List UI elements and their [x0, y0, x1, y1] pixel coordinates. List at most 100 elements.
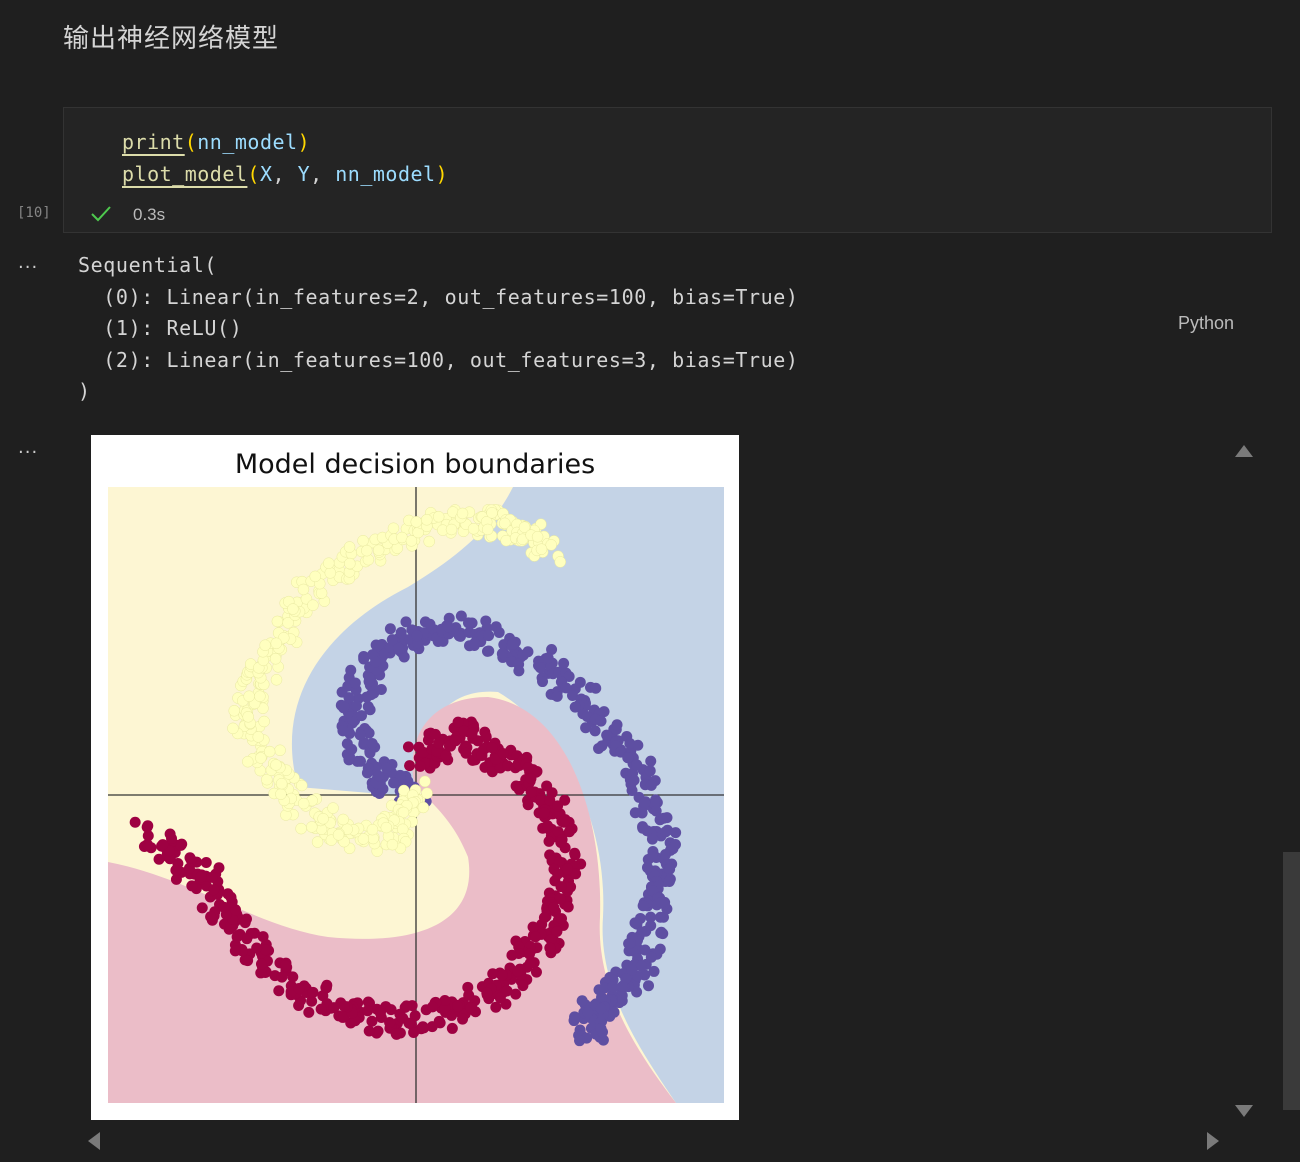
data-point [338, 1000, 350, 1012]
data-point [568, 1015, 580, 1027]
data-point [270, 759, 282, 771]
code-arg: X [259, 162, 273, 186]
data-point [271, 615, 284, 628]
data-point [554, 556, 566, 568]
data-point [255, 752, 267, 764]
data-point [523, 948, 535, 960]
data-point [552, 800, 564, 812]
scroll-down-icon[interactable] [1235, 1105, 1253, 1117]
data-point [287, 603, 299, 615]
output-more-icon[interactable]: ... [18, 254, 38, 272]
data-point [373, 770, 385, 782]
data-point [644, 765, 656, 777]
data-point [404, 760, 416, 772]
data-point [269, 653, 282, 665]
data-point [164, 828, 176, 840]
data-point [142, 820, 154, 832]
data-point [637, 900, 649, 912]
data-point [354, 729, 366, 741]
data-point [611, 719, 623, 731]
data-point [645, 951, 657, 963]
vertical-scrollbar-thumb[interactable] [1283, 852, 1300, 1110]
scroll-right-icon[interactable] [1207, 1132, 1219, 1150]
data-point [361, 767, 373, 779]
data-point [423, 535, 435, 548]
data-point [453, 630, 465, 642]
data-point [607, 981, 619, 993]
data-point [556, 913, 568, 925]
data-point [242, 755, 254, 768]
data-point [297, 797, 310, 810]
data-point [275, 788, 287, 800]
data-point [184, 852, 196, 864]
data-point [525, 786, 537, 798]
data-point [506, 949, 518, 961]
data-point [628, 774, 640, 786]
data-point [205, 911, 217, 923]
data-point [487, 968, 499, 980]
scroll-left-icon[interactable] [88, 1132, 100, 1150]
data-point [596, 740, 608, 752]
data-point [323, 557, 335, 569]
data-point [467, 523, 480, 535]
data-point [463, 989, 475, 1001]
data-point [241, 933, 253, 945]
execution-count: [10] [17, 205, 51, 221]
data-point [552, 868, 564, 880]
data-point [362, 701, 374, 713]
data-point [433, 737, 445, 749]
image-output-more-icon[interactable]: ... [18, 439, 38, 457]
data-point [276, 971, 288, 983]
data-point [486, 507, 498, 519]
scroll-up-icon[interactable] [1235, 445, 1253, 457]
data-point [419, 775, 431, 788]
plot-svg: Model decision boundaries [108, 449, 724, 1103]
data-point [537, 676, 549, 688]
code-line-1[interactable]: print(nn_model) [122, 130, 310, 154]
data-point [357, 534, 369, 547]
data-point [332, 829, 345, 841]
data-point [157, 839, 169, 851]
data-point [366, 823, 379, 836]
data-point [243, 690, 255, 702]
data-point [386, 634, 398, 646]
data-point [580, 722, 592, 734]
code-sep: , [272, 162, 298, 186]
data-point [522, 799, 534, 811]
data-point [254, 690, 266, 702]
language-label[interactable]: Python [1178, 313, 1234, 334]
data-point [535, 543, 548, 555]
data-point [341, 738, 353, 750]
data-point [452, 1000, 464, 1012]
data-point [218, 901, 230, 913]
code-paren: ) [297, 130, 311, 154]
data-point [274, 744, 286, 757]
data-point [426, 1021, 438, 1033]
data-point [393, 642, 405, 654]
data-point [576, 995, 588, 1007]
data-point [309, 570, 321, 583]
data-point [208, 884, 220, 896]
data-point [582, 1007, 594, 1019]
data-point [574, 676, 586, 688]
code-cell[interactable]: print(nn_model) plot_model(X, Y, nn_mode… [63, 107, 1272, 333]
code-line-2[interactable]: plot_model(X, Y, nn_model) [122, 162, 448, 186]
data-point [225, 891, 237, 903]
data-point [375, 684, 387, 696]
data-point [273, 985, 285, 997]
data-point [663, 875, 675, 887]
data-point [538, 807, 550, 819]
data-point [229, 945, 241, 957]
data-point [195, 871, 207, 883]
data-point [660, 826, 672, 838]
data-point [293, 983, 305, 995]
data-point [287, 971, 299, 983]
data-point [645, 779, 657, 791]
data-point [481, 523, 494, 536]
data-point [466, 727, 478, 739]
data-point [363, 1025, 375, 1037]
chart-title: Model decision boundaries [235, 449, 595, 480]
data-point [227, 722, 239, 735]
data-point [486, 742, 498, 754]
data-point [311, 836, 324, 848]
